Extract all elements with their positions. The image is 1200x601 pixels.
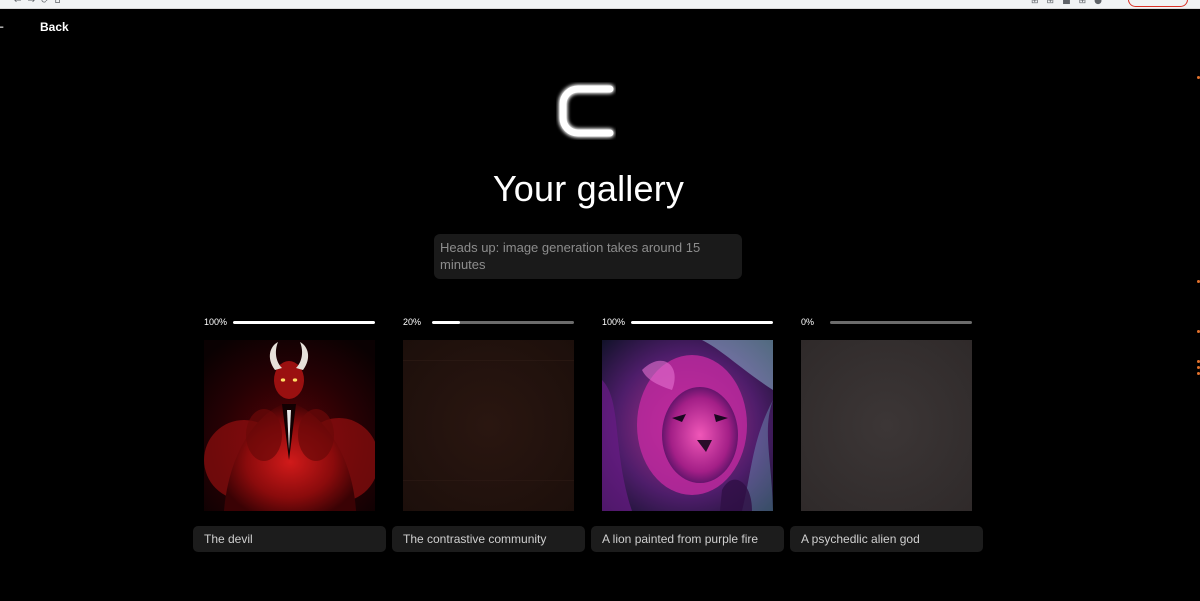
progress-indicator: 0% (801, 316, 972, 328)
progress-indicator: 100% (602, 316, 773, 328)
progress-bar-fill (631, 321, 773, 324)
gallery-grid: 100% The devil 20% The contrastive commu… (193, 315, 985, 555)
progress-indicator: 100% (204, 316, 375, 328)
image-caption[interactable]: The devil (193, 526, 386, 552)
placeholder-dark-brown-image[interactable] (403, 340, 574, 511)
gallery-card[interactable]: 20% The contrastive community (392, 315, 585, 553)
gallery-card[interactable]: 100% (591, 315, 784, 553)
browser-toolbar-strip: ←→⟳⌂ ⊞⊞■⊞● (0, 0, 1200, 9)
gallery-card[interactable]: 100% (193, 315, 386, 553)
gallery-card[interactable]: 0% A psychedlic alien god (790, 315, 983, 553)
browser-update-button (1128, 0, 1188, 7)
progress-bar-fill (432, 321, 461, 324)
image-caption[interactable]: A lion painted from purple fire (591, 526, 784, 552)
progress-bar (631, 321, 773, 324)
image-caption[interactable]: The contrastive community (392, 526, 585, 552)
arrow-left-icon: ← (0, 18, 6, 36)
devil-image[interactable] (204, 340, 375, 511)
progress-bar (830, 321, 972, 324)
progress-percent: 100% (204, 317, 228, 327)
c-logo-icon (556, 82, 616, 140)
image-caption[interactable]: A psychedlic alien god (790, 526, 983, 552)
progress-percent: 100% (602, 317, 626, 327)
progress-bar (432, 321, 574, 324)
progress-bar (233, 321, 375, 324)
purple-lion-image[interactable] (602, 340, 773, 511)
page-title: Your gallery (492, 168, 685, 209)
progress-indicator: 20% (403, 316, 574, 328)
back-label: Back (40, 20, 69, 34)
progress-percent: 20% (403, 317, 422, 327)
browser-extension-icons: ⊞⊞■⊞● (1031, 0, 1110, 6)
generation-time-notice: Heads up: image generation takes around … (434, 234, 742, 279)
placeholder-gray-image[interactable] (801, 340, 972, 511)
browser-nav-icons: ←→⟳⌂ (14, 0, 67, 6)
scrollbar-markers (1194, 70, 1200, 410)
progress-percent: 0% (801, 317, 815, 327)
back-button[interactable]: ← Back (0, 18, 69, 36)
progress-bar-fill (233, 321, 375, 324)
